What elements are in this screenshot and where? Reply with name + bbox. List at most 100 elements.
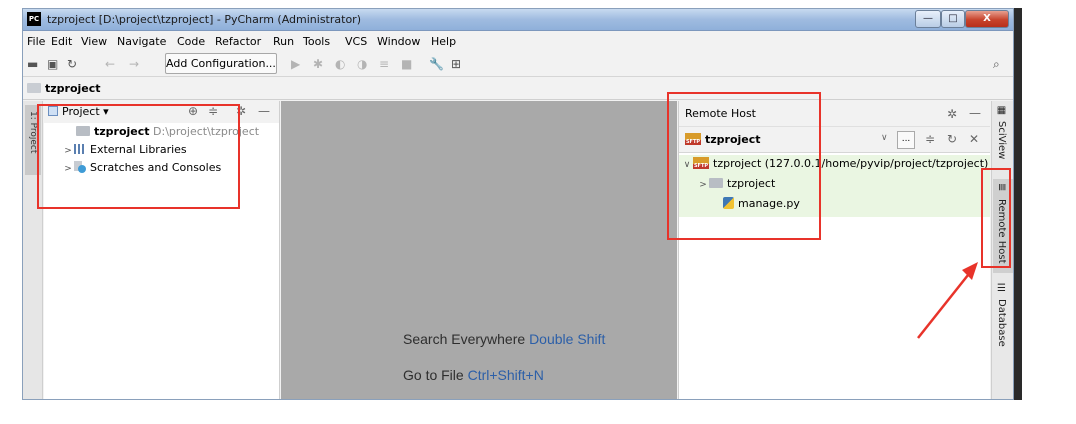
tree-item-label: tzproject (127.0.0.1/home/pyvip/project/…: [713, 157, 989, 170]
project-view-label: Project: [62, 105, 100, 118]
collapse-all-icon[interactable]: ≑: [925, 132, 935, 146]
chevron-right-icon[interactable]: >: [62, 142, 74, 160]
python-file-icon: [723, 197, 734, 209]
folder-icon: [76, 126, 90, 136]
menu-bar: File Edit View Navigate Code Refactor Ru…: [23, 31, 1013, 51]
desktop-edge: [1014, 8, 1022, 400]
library-icon: [74, 144, 86, 154]
maximize-button[interactable]: □: [941, 10, 965, 28]
tree-item-path: D:\project\tzproject: [153, 125, 260, 138]
pycharm-logo-icon: PC: [27, 12, 41, 26]
hint-shortcut: Double Shift: [529, 331, 606, 347]
tree-item-scratches[interactable]: > Scratches and Consoles: [62, 159, 221, 177]
hint-text: Go to File: [403, 367, 464, 383]
sciview-icon: ▦: [996, 105, 1007, 116]
minimize-button[interactable]: —: [915, 10, 941, 28]
gear-icon[interactable]: ✲: [236, 104, 246, 118]
close-button[interactable]: X: [965, 10, 1009, 28]
menu-window[interactable]: Window: [377, 35, 420, 48]
breadcrumb-label: tzproject: [45, 82, 101, 95]
tree-item-label: tzproject: [94, 125, 150, 138]
chevron-down-icon[interactable]: ∨: [681, 156, 693, 174]
hint-go-to-file: Go to File Ctrl+Shift+N: [403, 367, 544, 383]
right-tool-strip: ▦ SciView ≣ Remote Host ☰ Database: [991, 101, 1013, 399]
folder-open-icon[interactable]: ▬: [27, 56, 38, 72]
menu-view[interactable]: View: [81, 35, 107, 48]
remote-tree-folder[interactable]: > tzproject: [697, 175, 775, 193]
collapse-all-icon[interactable]: ≑: [208, 104, 218, 118]
browse-servers-button[interactable]: ...: [897, 131, 915, 149]
sftp-badge: SFTP: [685, 139, 701, 145]
tool-tab-project-label: 1: Project: [28, 111, 38, 154]
folder-icon: [27, 83, 41, 93]
tool-tab-project[interactable]: 1: Project: [25, 105, 41, 175]
menu-refactor[interactable]: Refactor: [215, 35, 261, 48]
profile-icon[interactable]: ◑: [357, 56, 367, 72]
tree-item-label: manage.py: [738, 197, 800, 210]
close-icon[interactable]: ✕: [969, 132, 979, 146]
window-title: tzproject [D:\project\tzproject] - PyCha…: [47, 13, 361, 26]
tree-item-label: External Libraries: [90, 143, 187, 156]
gear-icon[interactable]: ✲: [947, 107, 957, 121]
tool-tab-sciview[interactable]: SciView: [996, 121, 1007, 159]
coverage-icon[interactable]: ◐: [335, 56, 345, 72]
editor-area[interactable]: Search Everywhere Double Shift Go to Fil…: [281, 101, 677, 399]
menu-code[interactable]: Code: [177, 35, 205, 48]
scratches-icon: [74, 161, 86, 173]
tree-item-root[interactable]: tzproject D:\project\tzproject: [76, 123, 259, 141]
project-panel: Project ▾ ⊕ ≑ ✲ — tzproject D:\project\t…: [44, 101, 280, 399]
main-toolbar: ▬ ▣ ↻ ← → Add Configuration... ▶ ✱ ◐ ◑ ≡…: [23, 51, 1013, 77]
project-view-icon: [48, 106, 58, 116]
vcs-icon[interactable]: ⊞: [451, 56, 461, 72]
arrow-left-icon[interactable]: ←: [105, 56, 115, 72]
tree-item-label: tzproject: [727, 177, 776, 190]
locate-icon[interactable]: ⊕: [188, 104, 198, 118]
remote-tree-root[interactable]: ∨ SFTP tzproject (127.0.0.1/home/pyvip/pro…: [681, 155, 988, 173]
tool-tab-remote-host[interactable]: Remote Host: [996, 199, 1007, 264]
hint-search-everywhere: Search Everywhere Double Shift: [403, 331, 605, 347]
breadcrumb[interactable]: tzproject: [27, 81, 109, 97]
menu-file[interactable]: File: [27, 35, 45, 48]
sftp-icon: SFTP: [693, 157, 709, 169]
arrow-right-icon[interactable]: →: [129, 56, 139, 72]
remote-server-selector[interactable]: SFTP tzproject: [685, 133, 761, 146]
remote-tree-file[interactable]: manage.py: [723, 195, 800, 213]
menu-vcs[interactable]: VCS: [345, 35, 367, 48]
menu-edit[interactable]: Edit: [51, 35, 72, 48]
hide-icon[interactable]: —: [969, 106, 981, 120]
remote-host-icon: ≣: [996, 183, 1007, 192]
menu-help[interactable]: Help: [431, 35, 456, 48]
refresh-icon[interactable]: ↻: [947, 132, 957, 146]
database-icon: ☰: [996, 283, 1007, 294]
sftp-badge: SFTP: [693, 163, 709, 169]
chevron-right-icon[interactable]: >: [697, 176, 709, 194]
tree-item-external-libraries[interactable]: > External Libraries: [62, 141, 187, 160]
sftp-icon: SFTP: [685, 133, 701, 145]
tool-tab-database[interactable]: Database: [996, 299, 1007, 347]
run-icon[interactable]: ▶: [291, 56, 300, 72]
debug-icon[interactable]: ✱: [313, 56, 323, 72]
hide-icon[interactable]: —: [258, 104, 270, 118]
add-configuration-button[interactable]: Add Configuration...: [165, 53, 277, 74]
remote-host-title: Remote Host: [685, 107, 756, 120]
stop-icon[interactable]: ■: [401, 56, 412, 72]
project-panel-header: Project ▾ ⊕ ≑ ✲ —: [44, 101, 279, 123]
title-bar[interactable]: PC tzproject [D:\project\tzproject] - Py…: [23, 9, 1013, 31]
remote-host-header: Remote Host ✲ —: [679, 101, 990, 127]
chevron-down-icon[interactable]: ∨: [881, 133, 888, 143]
hint-text: Search Everywhere: [403, 331, 526, 347]
remote-host-toolbar: SFTP tzproject ∨ ... ≑ ↻ ✕: [679, 127, 990, 153]
sync-icon[interactable]: ↻: [67, 56, 77, 72]
navigation-bar: tzproject: [23, 78, 1013, 100]
chevron-right-icon[interactable]: >: [62, 160, 74, 178]
save-icon[interactable]: ▣: [47, 56, 58, 72]
wrench-icon[interactable]: 🔧: [429, 56, 444, 72]
search-icon[interactable]: ⌕: [993, 56, 1000, 72]
menu-run[interactable]: Run: [273, 35, 294, 48]
menu-navigate[interactable]: Navigate: [117, 35, 166, 48]
project-view-dropdown[interactable]: Project ▾: [48, 105, 109, 118]
pycharm-window: PC tzproject [D:\project\tzproject] - Py…: [22, 8, 1014, 400]
concurrency-icon[interactable]: ≡: [379, 56, 389, 72]
menu-tools[interactable]: Tools: [303, 35, 330, 48]
hint-shortcut: Ctrl+Shift+N: [467, 367, 544, 383]
